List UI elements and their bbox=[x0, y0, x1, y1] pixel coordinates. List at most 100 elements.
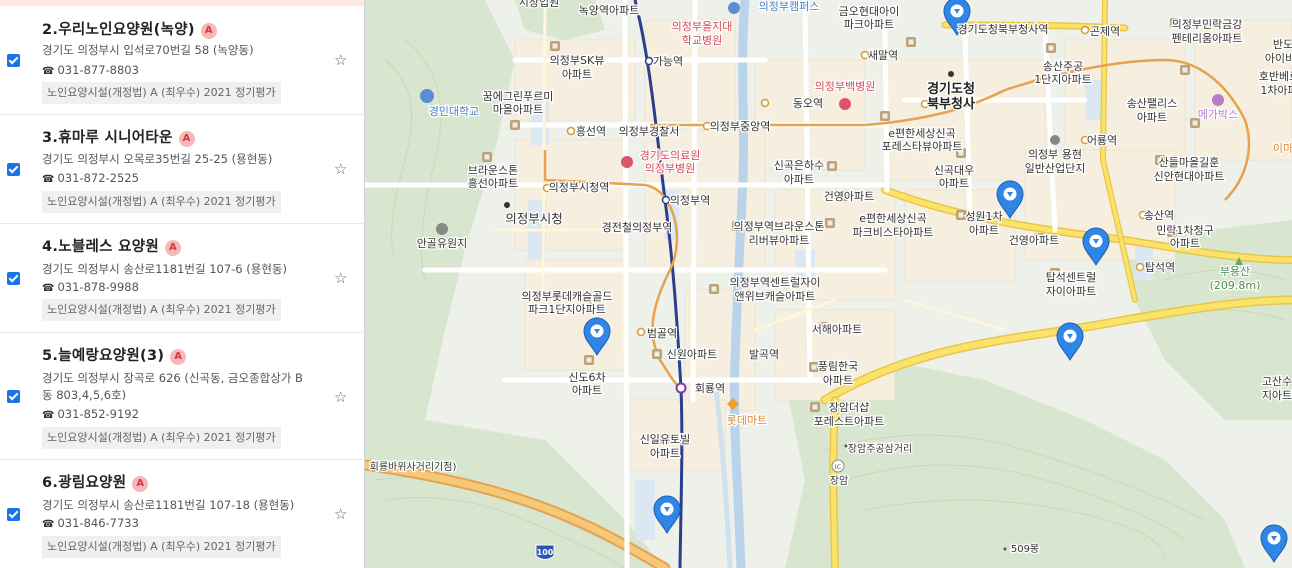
map-canvas[interactable]: 100 IC 녹양역아파트 시장입원 의정부을지대 학교병원 의정부캠퍼스 금오… bbox=[365, 0, 1292, 568]
map-label: 회룡바위사거리기점) bbox=[370, 460, 457, 473]
map-label: 경기도의료원 bbox=[640, 149, 701, 162]
facility-title[interactable]: 3.휴마루 시니어타운 A bbox=[42, 126, 195, 147]
favorite-star-icon[interactable]: ☆ bbox=[334, 269, 347, 287]
map-label: 의정부백병원 bbox=[815, 80, 876, 93]
map-label: 의정부민락금강 bbox=[1172, 18, 1243, 31]
map-label: 안골유원지 bbox=[417, 237, 468, 250]
facility-address: 경기도 의정부시 송산로1181번길 107-6 (용현동) bbox=[42, 262, 287, 276]
map-label: 신도6차 bbox=[568, 371, 605, 384]
map-label: 의정부역 bbox=[670, 194, 710, 207]
map-label: 송산역 bbox=[1144, 209, 1174, 222]
map-label: 아이비 bbox=[1265, 52, 1292, 65]
map-label: 가능역 bbox=[653, 55, 683, 68]
map-label: 의정부롯데캐슬골드 bbox=[521, 290, 612, 303]
map-label: 서해아파트 bbox=[812, 322, 863, 336]
highway-number: 100 bbox=[537, 548, 554, 557]
facility-title[interactable]: 5.늘예랑요양원(3) A bbox=[42, 344, 187, 365]
map-label: 흥선아파트 bbox=[468, 176, 519, 190]
map-label: 의정부병원 bbox=[645, 162, 696, 175]
map-label: 일반산업단지 bbox=[1025, 161, 1086, 175]
facility-title[interactable]: 6.광림요양원 A bbox=[42, 471, 149, 492]
facility-phone: ☎ 031-852-9192 bbox=[42, 407, 139, 421]
map-label: 의정부 용현 bbox=[1028, 148, 1082, 161]
map-label: 흥선역 bbox=[576, 124, 606, 138]
facility-list-panel: 2.우리노인요양원(녹양) A 경기도 의정부시 입석로70번길 58 (녹양동)… bbox=[0, 0, 365, 568]
map-label: 북부청사 bbox=[927, 96, 975, 112]
evaluation-tag: 노인요양시설(개정법) A (최우수) 2021 정기평가 bbox=[42, 82, 281, 104]
favorite-star-icon[interactable]: ☆ bbox=[334, 160, 347, 178]
list-item[interactable]: 5.늘예랑요양원(3) A 경기도 의정부시 장곡로 626 (신곡동, 금오종합… bbox=[0, 333, 364, 460]
map-label: 풍림한국 bbox=[818, 360, 858, 373]
map-label: 반도 bbox=[1273, 38, 1292, 51]
map-label: 1단지아파트 bbox=[1034, 73, 1092, 86]
map-label: 메가박스 bbox=[1198, 108, 1238, 121]
map-label: 탑석역 bbox=[1145, 261, 1175, 274]
map-label: 장암더샵 bbox=[829, 401, 869, 414]
map-label: (209.8m) bbox=[1210, 279, 1261, 292]
phone-icon: ☎ bbox=[42, 283, 55, 294]
facility-title[interactable]: 2.우리노인요양원(녹양) A bbox=[42, 18, 217, 39]
select-checkbox[interactable] bbox=[7, 54, 20, 67]
list-item[interactable]: 4.노블레스 요양원 A 경기도 의정부시 송산로1181번길 107-6 (용현… bbox=[0, 224, 364, 333]
map-label: 학교병원 bbox=[682, 34, 722, 47]
map-label: 아파트 bbox=[784, 173, 814, 186]
facility-phone: ☎ 031-878-9988 bbox=[42, 280, 139, 294]
map-label: 꿈에그린푸르미 bbox=[483, 90, 554, 103]
map-label: 펜테리움아파트 bbox=[1172, 32, 1243, 45]
hospital-icon bbox=[621, 156, 633, 168]
facility-address: 경기도 의정부시 오목로35번길 25-25 (용현동) bbox=[42, 152, 273, 166]
map-label: 아파트 bbox=[1170, 237, 1200, 250]
list-item[interactable]: 6.광림요양원 A 경기도 의정부시 송산로1181번길 107-18 (용현동)… bbox=[0, 460, 364, 568]
map-label: 의정부캠퍼스 bbox=[759, 0, 820, 13]
map-label: 건영아파트 bbox=[1009, 234, 1060, 247]
select-checkbox[interactable] bbox=[7, 163, 20, 176]
favorite-star-icon[interactable]: ☆ bbox=[334, 51, 347, 69]
map-label: 신원아파트 bbox=[667, 348, 718, 361]
phone-icon: ☎ bbox=[42, 519, 55, 530]
map-label: 파크비스타아파트 bbox=[853, 226, 934, 239]
select-checkbox[interactable] bbox=[7, 272, 20, 285]
list-item[interactable]: 3.휴마루 시니어타운 A 경기도 의정부시 오목로35번길 25-25 (용현동… bbox=[0, 115, 364, 224]
map-label: 호반베르 bbox=[1259, 70, 1292, 83]
map-label: 고산수 bbox=[1262, 375, 1292, 388]
map-label: 의정부역브라운스톤 bbox=[733, 220, 824, 233]
evaluation-tag: 노인요양시설(개정법) A (최우수) 2021 정기평가 bbox=[42, 536, 281, 558]
attraction-icon bbox=[436, 223, 448, 235]
favorite-star-icon[interactable]: ☆ bbox=[334, 505, 347, 523]
school-icon bbox=[420, 89, 434, 103]
map-label: 마을아파트 bbox=[493, 103, 544, 116]
hospital-icon bbox=[839, 98, 851, 110]
map-view[interactable]: 100 IC 녹양역아파트 시장입원 의정부을지대 학교병원 의정부캠퍼스 금오… bbox=[365, 0, 1292, 568]
select-checkbox[interactable] bbox=[7, 508, 20, 521]
map-label: 롯데마트 bbox=[727, 414, 767, 427]
facility-title[interactable]: 4.노블레스 요양원 A bbox=[42, 235, 182, 256]
list-item[interactable]: 2.우리노인요양원(녹양) A 경기도 의정부시 입석로70번길 58 (녹양동)… bbox=[0, 6, 364, 115]
map-label: 경기도청 bbox=[927, 81, 975, 97]
select-checkbox[interactable] bbox=[7, 390, 20, 403]
map-label: 장암 bbox=[830, 475, 848, 487]
grade-badge: A bbox=[165, 240, 182, 256]
map-label: 1차아파 bbox=[1260, 84, 1292, 97]
map-label: e편한세상신곡 bbox=[888, 127, 956, 140]
peak-icon bbox=[1003, 547, 1007, 551]
favorite-star-icon[interactable]: ☆ bbox=[334, 388, 347, 406]
map-label: 건영아파트 bbox=[824, 190, 875, 203]
map-label: 아파트 bbox=[562, 68, 592, 81]
map-label: 신곡대우 bbox=[934, 164, 974, 177]
phone-icon: ☎ bbox=[42, 66, 55, 77]
government-icon bbox=[948, 71, 954, 77]
phone-icon: ☎ bbox=[42, 174, 55, 185]
facility-address: 경기도 의정부시 장곡로 626 (신곡동, 금오종합상가 B동 803,4,5… bbox=[42, 371, 303, 402]
map-label: 탑석센트럴 bbox=[1046, 271, 1097, 284]
map-label: 어룡역 bbox=[1087, 134, 1117, 147]
grade-badge: A bbox=[132, 476, 149, 492]
facility-address: 경기도 의정부시 입석로70번길 58 (녹양동) bbox=[42, 43, 254, 57]
facility-address: 경기도 의정부시 송산로1181번길 107-18 (용현동) bbox=[42, 498, 295, 512]
cityhall-icon bbox=[504, 202, 510, 208]
map-label: 부용산 bbox=[1220, 265, 1250, 278]
map-label: 아파트 bbox=[823, 374, 853, 387]
map-label: e편한세상신곡 bbox=[859, 212, 927, 225]
map-label: 아파트 bbox=[969, 224, 999, 237]
map-label: 아파트 bbox=[939, 177, 969, 190]
facility-phone: ☎ 031-872-2525 bbox=[42, 171, 139, 185]
